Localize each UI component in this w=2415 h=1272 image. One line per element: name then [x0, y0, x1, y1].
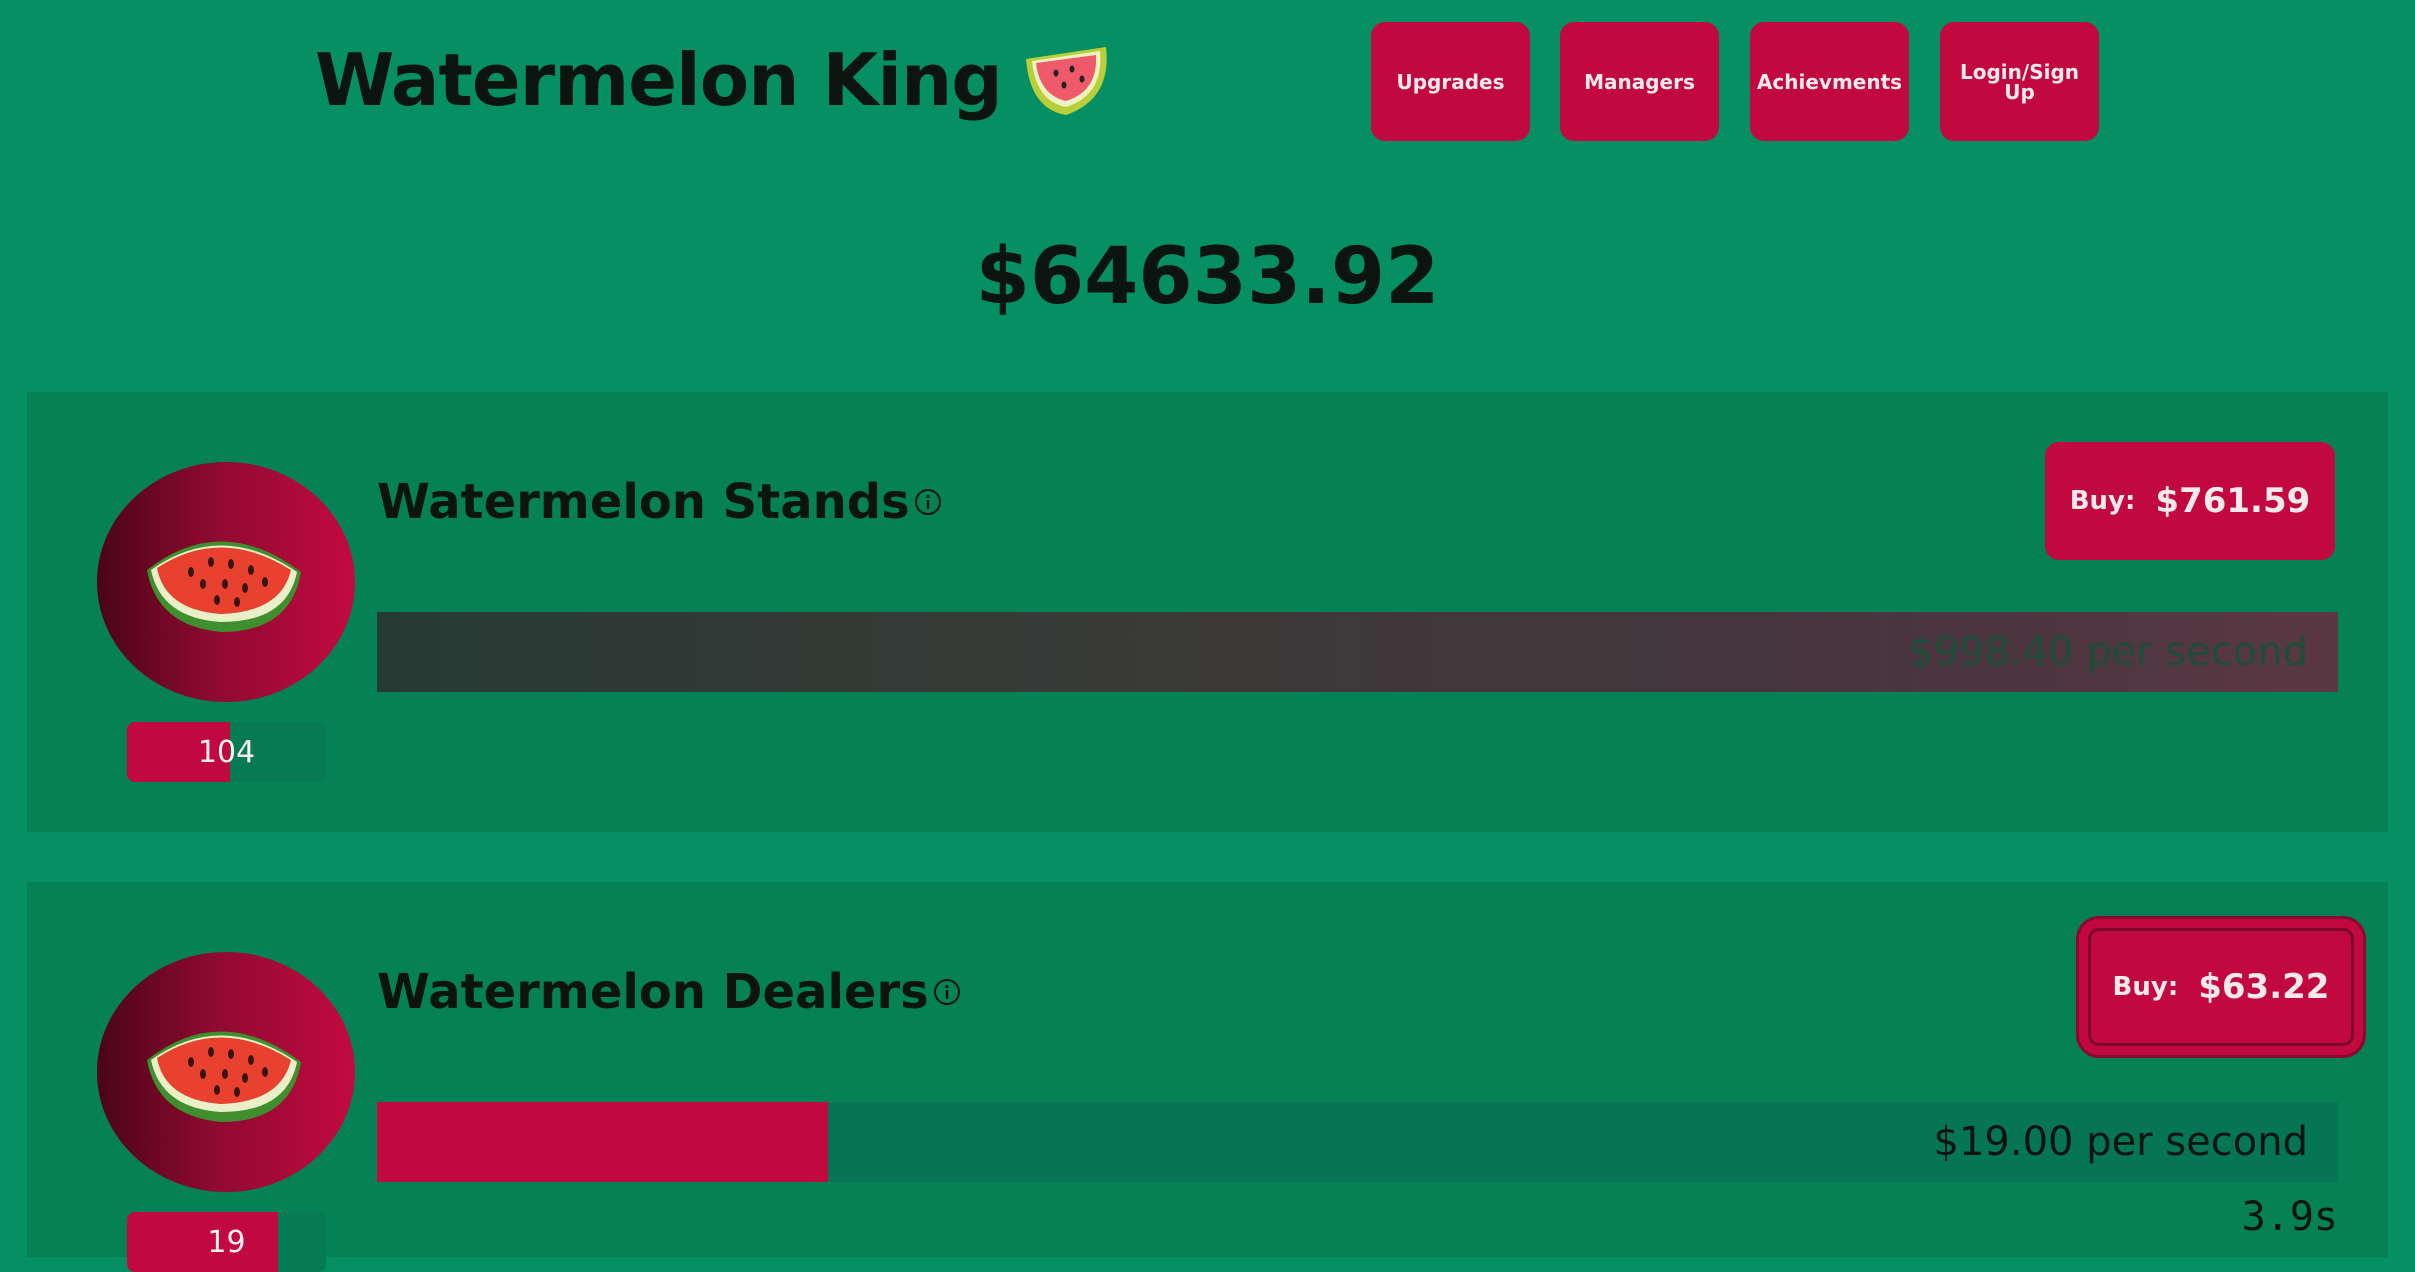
business-card-dealers: 19 Watermelon Dealers Buy: $63.22 $19.00… [27, 882, 2388, 1272]
app-title-text: Watermelon King [315, 38, 1003, 122]
business-avatar [97, 952, 355, 1192]
business-name-text: Watermelon Stands [377, 474, 910, 530]
nav-managers-button[interactable]: Managers [1560, 22, 1719, 141]
buy-button[interactable]: Buy: $761.59 [2045, 442, 2335, 560]
buy-price: $761.59 [2155, 481, 2311, 521]
cycle-timer: 3.9s [2241, 1194, 2338, 1240]
income-rate: $19.00 per second [1933, 1119, 2309, 1165]
buy-button[interactable]: Buy: $63.22 [2085, 925, 2357, 1049]
buy-label: Buy: [2112, 972, 2179, 1002]
income-progress-fill [377, 1102, 829, 1182]
business-name-text: Watermelon Dealers [377, 964, 929, 1020]
watermelon-slice-icon [147, 541, 301, 632]
info-icon[interactable] [914, 488, 942, 516]
business-name: Watermelon Dealers [377, 964, 961, 1020]
income-progress-bar: $998.40 per second [377, 612, 2338, 692]
business-name: Watermelon Stands [377, 474, 942, 530]
owned-count-bar: 104 [127, 722, 326, 782]
business-avatar [97, 462, 355, 702]
nav-upgrades-button[interactable]: Upgrades [1371, 22, 1530, 141]
income-progress-bar: $19.00 per second [377, 1102, 2338, 1182]
watermelon-slice-icon [147, 1031, 301, 1122]
income-rate: $998.40 per second [1908, 629, 2308, 675]
buy-label: Buy: [2069, 486, 2136, 516]
watermelon-icon [1025, 47, 1107, 115]
owned-count: 104 [197, 734, 256, 770]
owned-count-bar: 19 [127, 1212, 326, 1272]
info-icon[interactable] [933, 978, 961, 1006]
buy-price: $63.22 [2198, 967, 2330, 1007]
nav-login-button[interactable]: Login/Sign Up [1940, 22, 2099, 141]
app-title: Watermelon King [315, 38, 1112, 122]
owned-count: 19 [207, 1224, 246, 1260]
balance-display: $64633.92 [975, 232, 1440, 322]
nav-achievements-button[interactable]: Achievments [1750, 22, 1909, 141]
business-card-stands: 104 Watermelon Stands Buy: $761.59 $998.… [27, 392, 2388, 832]
